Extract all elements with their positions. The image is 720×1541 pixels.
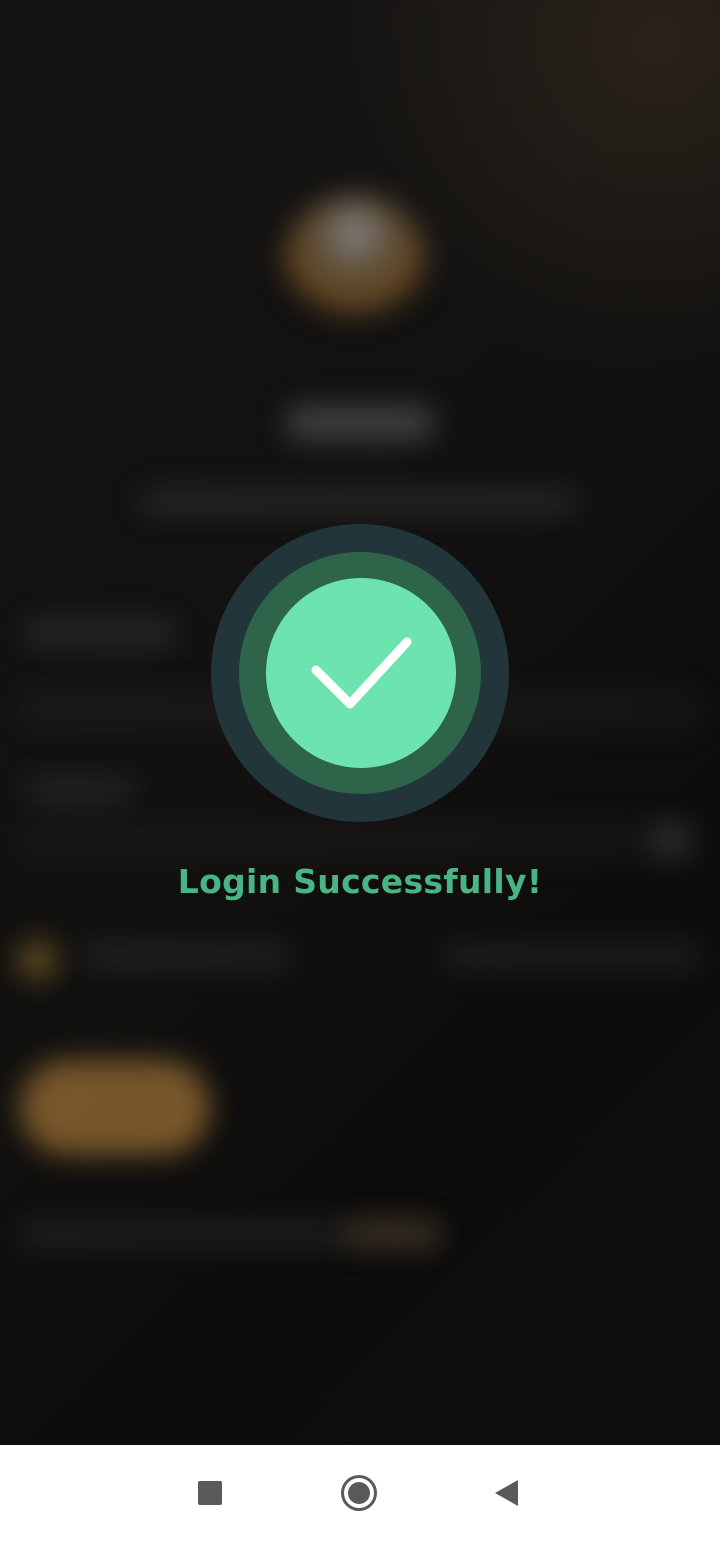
remember-label-blurred <box>80 945 290 967</box>
username-label-blurred <box>25 620 175 646</box>
recent-apps-button[interactable] <box>170 1445 250 1541</box>
password-field-blurred <box>20 820 700 860</box>
success-message: Login Successfully! <box>177 862 543 901</box>
login-button-blurred <box>20 1060 210 1155</box>
check-icon <box>311 637 412 709</box>
home-button[interactable] <box>319 1445 399 1541</box>
app-subtitle-blurred <box>140 490 580 514</box>
success-badge <box>211 524 509 822</box>
remember-checkbox-blurred <box>18 940 58 980</box>
app-logo-blurred <box>285 195 425 325</box>
square-icon <box>198 1481 222 1505</box>
screen: Login Successfully! <box>0 0 720 1541</box>
success-badge-middle-ring <box>239 552 481 794</box>
eye-icon <box>650 820 690 860</box>
triangle-back-icon <box>494 1480 518 1506</box>
forgot-password-blurred <box>440 945 700 967</box>
navigation-bar <box>0 1445 720 1541</box>
back-button[interactable] <box>466 1445 546 1541</box>
password-label-blurred <box>25 778 135 802</box>
app-name-blurred <box>285 405 435 441</box>
footer-link-blurred <box>345 1222 440 1246</box>
success-badge-inner-circle <box>266 578 456 768</box>
circle-icon <box>341 1475 377 1511</box>
